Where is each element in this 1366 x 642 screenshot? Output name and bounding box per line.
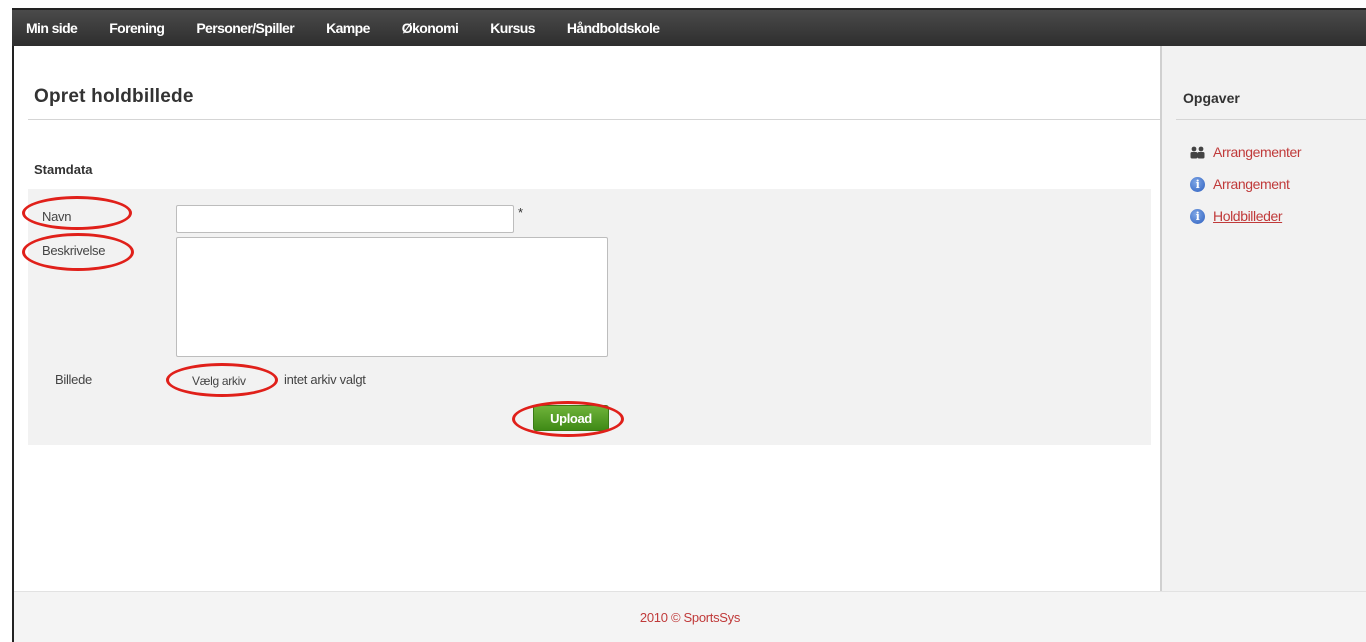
description-label: Beskrivelse bbox=[42, 243, 106, 258]
footer-copyright[interactable]: 2010 © SportsSys bbox=[640, 610, 740, 625]
section-title: Stamdata bbox=[34, 162, 93, 177]
info-icon: i bbox=[1190, 176, 1205, 192]
required-marker: * bbox=[518, 205, 524, 220]
name-input[interactable] bbox=[176, 205, 514, 233]
group-icon bbox=[1190, 145, 1205, 160]
file-status: intet arkiv valgt bbox=[284, 372, 366, 387]
task-holdbilleder[interactable]: i Holdbilleder bbox=[1190, 208, 1283, 224]
top-navigation: Min side Forening Personer/Spiller Kampe… bbox=[12, 10, 1366, 46]
task-label: Arrangement bbox=[1213, 176, 1290, 192]
task-arrangement[interactable]: i Arrangement bbox=[1190, 176, 1290, 192]
task-label: Arrangementer bbox=[1213, 144, 1302, 160]
task-label: Holdbilleder bbox=[1213, 208, 1283, 224]
task-arrangementer[interactable]: Arrangementer bbox=[1190, 144, 1302, 160]
sidebar: Opgaver Arrangementer i Arrangement i Ho… bbox=[1160, 46, 1366, 591]
page-title: Opret holdbillede bbox=[34, 86, 194, 107]
main-content: Opret holdbillede Stamdata Navn * Beskri… bbox=[14, 46, 1161, 591]
nav-handboldskole[interactable]: Håndboldskole bbox=[567, 20, 660, 36]
form-panel: Navn * Beskrivelse Billede Vælg arkiv in… bbox=[22, 189, 1151, 445]
image-label: Billede bbox=[55, 372, 92, 387]
sidebar-title: Opgaver bbox=[1183, 90, 1240, 106]
upload-button[interactable]: Upload bbox=[533, 405, 609, 431]
choose-file-button[interactable]: Vælg arkiv bbox=[190, 370, 248, 392]
nav-min-side[interactable]: Min side bbox=[26, 20, 78, 36]
info-icon: i bbox=[1190, 208, 1205, 224]
title-divider bbox=[28, 119, 1161, 120]
sidebar-divider bbox=[1176, 119, 1366, 120]
footer: 2010 © SportsSys bbox=[14, 591, 1366, 642]
nav-kampe[interactable]: Kampe bbox=[326, 20, 370, 36]
name-label: Navn bbox=[42, 209, 72, 224]
nav-okonomi[interactable]: Økonomi bbox=[402, 20, 459, 36]
nav-kursus[interactable]: Kursus bbox=[490, 20, 535, 36]
nav-personer-spiller[interactable]: Personer/Spiller bbox=[196, 20, 294, 36]
highlight-ring-name bbox=[22, 196, 132, 230]
nav-forening[interactable]: Forening bbox=[109, 20, 165, 36]
description-textarea[interactable] bbox=[176, 237, 608, 357]
